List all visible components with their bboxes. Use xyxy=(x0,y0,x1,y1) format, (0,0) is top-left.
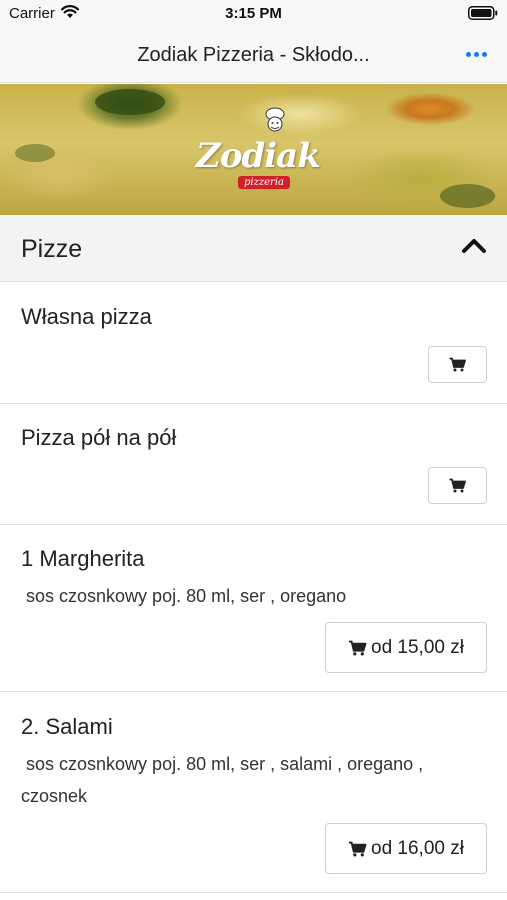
item-name: Własna pizza xyxy=(21,304,152,329)
menu-item: 1 Margherita sos czosnkowy poj. 80 ml, s… xyxy=(0,525,507,692)
page-title: Zodiak Pizzeria - Skłodo... xyxy=(137,44,370,66)
banner-texture xyxy=(15,144,55,162)
restaurant-banner: Zodiak pizzeria xyxy=(0,84,507,215)
cart-icon xyxy=(449,357,466,372)
more-icon-dot xyxy=(473,51,479,57)
add-to-cart-button[interactable]: od 15,00 zł xyxy=(325,622,487,673)
more-icon-dot xyxy=(481,51,487,57)
item-name: 2. Salami xyxy=(21,714,113,739)
navigation-bar: Zodiak Pizzeria - Skłodo... xyxy=(0,27,507,83)
more-icon xyxy=(465,51,471,57)
restaurant-logo: Zodiak pizzeria xyxy=(190,106,325,196)
chevron-up-icon xyxy=(462,239,486,253)
banner-texture xyxy=(95,89,165,115)
battery-icon xyxy=(468,6,498,20)
item-name: 1 Margherita xyxy=(21,546,145,571)
banner-texture xyxy=(440,184,495,208)
item-description: sos czosnkowy poj. 80 ml, ser , salami ,… xyxy=(21,754,429,806)
cart-icon xyxy=(449,478,466,493)
menu-item: Własna pizza xyxy=(0,283,507,404)
category-title: Pizze xyxy=(21,235,83,263)
item-description: sos czosnkowy poj. 80 ml, ser , oregano xyxy=(21,586,347,606)
chef-icon xyxy=(265,107,285,132)
logo-subtitle: pizzeria xyxy=(238,176,290,189)
status-bar: Carrier 3:15 PM xyxy=(0,0,507,27)
add-to-cart-button[interactable]: od 16,00 zł xyxy=(325,823,487,874)
add-to-cart-button[interactable] xyxy=(428,467,487,504)
price-label: od 16,00 zł xyxy=(371,837,464,859)
price-label: od 15,00 zł xyxy=(371,636,464,658)
cart-icon xyxy=(348,640,367,655)
clock: 3:15 PM xyxy=(225,5,282,22)
add-to-cart-button[interactable] xyxy=(428,346,487,383)
category-header-pizze[interactable]: Pizze xyxy=(0,215,507,282)
cart-icon xyxy=(348,841,367,856)
menu-item: 2. Salami sos czosnkowy poj. 80 ml, ser … xyxy=(0,692,507,893)
more-options-button[interactable] xyxy=(463,41,489,67)
menu-item: Pizza pół na pół xyxy=(0,404,507,525)
item-name: Pizza pół na pół xyxy=(21,425,177,450)
logo-text: Zodiak xyxy=(196,136,321,176)
